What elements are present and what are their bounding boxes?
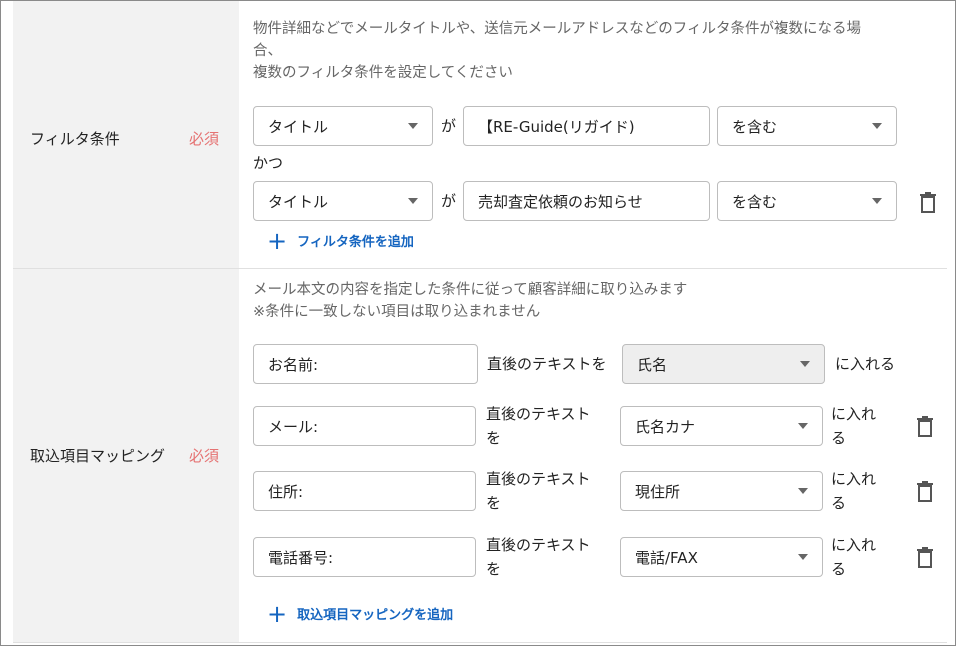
mapping-suffix-text: に入れ <box>831 405 877 423</box>
add-mapping-button[interactable]: + 取込項目マッピングを追加 <box>267 599 453 628</box>
chevron-down-icon <box>798 488 808 494</box>
mapping-suffix-text: る <box>831 429 847 447</box>
mapping-target-select[interactable]: 氏名 <box>622 344 825 384</box>
filter-and-label: かつ <box>253 154 284 172</box>
mapping-middle-text: 直後のテキスト <box>486 470 591 488</box>
filter-operator-select[interactable]: を含む <box>717 181 897 221</box>
chevron-down-icon <box>798 423 808 429</box>
filter-description: 物件詳細などでメールタイトルや、送信元メールアドレスなどのフィルタ条件が複数にな… <box>253 21 861 81</box>
filter-connector: が <box>441 117 457 135</box>
add-filter-button[interactable]: + フィルタ条件を追加 <box>267 226 414 255</box>
filter-section: フィルタ条件 必須 物件詳細などでメールタイトルや、送信元メールアドレスなどのフ… <box>13 1 947 269</box>
mapping-middle-text: 直後のテキスト <box>486 405 591 423</box>
mapping-description: メール本文の内容を指定した条件に従って顧客詳細に取り込みます ※条件に一致しない… <box>253 282 688 320</box>
chevron-down-icon <box>408 198 418 204</box>
plus-icon: + <box>267 599 288 628</box>
mapping-suffix-text: に入れる <box>835 355 896 373</box>
filter-field-select[interactable]: タイトル <box>253 106 433 146</box>
trash-icon[interactable] <box>916 546 934 568</box>
filter-label: フィルタ条件 <box>30 130 120 148</box>
mapping-suffix-text: る <box>831 494 847 512</box>
filter-connector: が <box>441 192 457 210</box>
mapping-label-column: 取込項目マッピング 必須 <box>13 269 239 642</box>
mapping-label: 取込項目マッピング <box>30 447 166 465</box>
mapping-target-select[interactable]: 電話/FAX <box>620 537 823 577</box>
trash-icon[interactable] <box>916 415 934 437</box>
filter-operator-select[interactable]: を含む <box>717 106 897 146</box>
mapping-middle-text: 直後のテキスト <box>486 536 591 554</box>
trash-icon[interactable] <box>916 480 934 502</box>
chevron-down-icon <box>798 554 808 560</box>
filter-value-input[interactable]: 売却査定依頼のお知らせ <box>463 181 710 221</box>
filter-required-badge: 必須 <box>189 130 220 148</box>
mapping-middle-text: を <box>486 494 502 512</box>
filter-field-select[interactable]: タイトル <box>253 181 433 221</box>
trash-icon[interactable] <box>919 191 937 213</box>
mapping-target-select[interactable]: 氏名カナ <box>620 406 823 446</box>
chevron-down-icon <box>408 123 418 129</box>
chevron-down-icon <box>872 198 882 204</box>
mapping-suffix-text: に入れ <box>831 536 877 554</box>
mapping-key-input[interactable]: 住所: <box>253 471 476 511</box>
mapping-key-input[interactable]: お名前: <box>253 344 478 384</box>
mapping-middle-text: を <box>486 560 502 578</box>
mapping-key-input[interactable]: 電話番号: <box>253 537 476 577</box>
plus-icon: + <box>267 226 288 255</box>
chevron-down-icon <box>872 123 882 129</box>
mapping-middle-text: を <box>486 429 502 447</box>
mapping-target-select[interactable]: 現住所 <box>620 471 823 511</box>
mapping-suffix-text: に入れ <box>831 470 877 488</box>
mapping-suffix-text: る <box>831 560 847 578</box>
mapping-section: 取込項目マッピング 必須 メール本文の内容を指定した条件に従って顧客詳細に取り込… <box>13 269 947 643</box>
chevron-down-icon <box>800 361 810 367</box>
mapping-required-badge: 必須 <box>189 447 220 465</box>
settings-panel: フィルタ条件 必須 物件詳細などでメールタイトルや、送信元メールアドレスなどのフ… <box>0 0 956 646</box>
mapping-key-input[interactable]: メール: <box>253 406 476 446</box>
filter-value-input[interactable]: 【RE-Guide(リガイド) <box>463 106 710 146</box>
mapping-middle-text: 直後のテキストを <box>487 355 607 373</box>
filter-label-column: フィルタ条件 必須 <box>13 1 239 268</box>
